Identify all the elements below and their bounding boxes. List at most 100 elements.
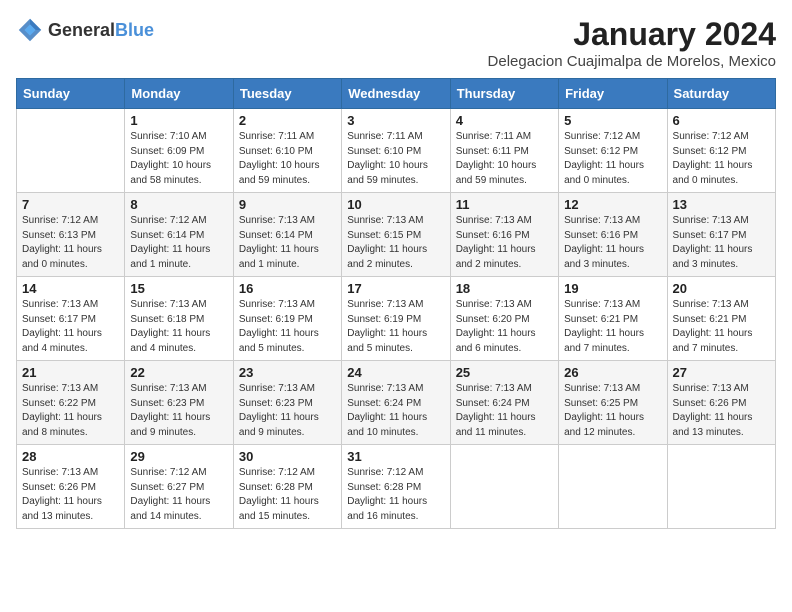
day-cell <box>17 109 125 193</box>
day-cell: 14 Sunrise: 7:13 AM Sunset: 6:17 PM Dayli… <box>17 277 125 361</box>
day-number: 31 <box>347 449 444 464</box>
day-cell: 25Sunrise: 7:13 AM Sunset: 6:24 PM Dayli… <box>450 361 558 445</box>
day-number: 30 <box>239 449 336 464</box>
day-info: Sunrise: 7:13 AM Sunset: 6:22 PM Dayligh… <box>22 382 119 440</box>
day-info: Sunrise: 7:12 AM Sunset: 6:14 PM Dayligh… <box>130 214 227 272</box>
day-number: 20 <box>673 281 770 296</box>
day-info: Sunrise: 7:10 AM Sunset: 6:09 PM Dayligh… <box>130 130 227 188</box>
day-number: 26 <box>564 365 661 380</box>
day-cell: 20Sunrise: 7:13 AM Sunset: 6:21 PM Dayli… <box>667 277 775 361</box>
day-info: Sunrise: 7:13 AM Sunset: 6:24 PM Dayligh… <box>347 382 444 440</box>
day-info: Sunrise: 7:13 AM Sunset: 6:18 PM Dayligh… <box>130 298 227 356</box>
day-number: 2 <box>239 113 336 128</box>
day-cell: 28 Sunrise: 7:13 AM Sunset: 6:26 PM Dayli… <box>17 445 125 529</box>
day-cell: 21 Sunrise: 7:13 AM Sunset: 6:22 PM Dayli… <box>17 361 125 445</box>
day-number: 23 <box>239 365 336 380</box>
day-info: Sunrise: 7:12 AM Sunset: 6:13 PM Dayligh… <box>22 214 119 272</box>
day-info: Sunrise: 7:13 AM Sunset: 6:26 PM Dayligh… <box>673 382 770 440</box>
logo-text: GeneralBlue <box>48 20 154 41</box>
day-number: 25 <box>456 365 553 380</box>
day-cell: 26 Sunrise: 7:13 AM Sunset: 6:25 PM Dayli… <box>559 361 667 445</box>
day-cell: 23 Sunrise: 7:13 AM Sunset: 6:23 PM Dayli… <box>233 361 341 445</box>
day-cell: 16 Sunrise: 7:13 AM Sunset: 6:19 PM Dayli… <box>233 277 341 361</box>
day-number: 22 <box>130 365 227 380</box>
title-area: January 2024 Delegacion Cuajimalpa de Mo… <box>488 16 776 70</box>
day-cell: 7 Sunrise: 7:12 AM Sunset: 6:13 PM Daylig… <box>17 193 125 277</box>
day-cell: 5 Sunrise: 7:12 AM Sunset: 6:12 PM Daylig… <box>559 109 667 193</box>
day-cell: 13 Sunrise: 7:13 AM Sunset: 6:17 PM Dayli… <box>667 193 775 277</box>
day-number: 18 <box>456 281 553 296</box>
week-row-2: 7 Sunrise: 7:12 AM Sunset: 6:13 PM Daylig… <box>17 193 776 277</box>
day-cell: 1Sunrise: 7:10 AM Sunset: 6:09 PM Daylig… <box>125 109 233 193</box>
day-cell: 10Sunrise: 7:13 AM Sunset: 6:15 PM Dayli… <box>342 193 450 277</box>
col-header-monday: Monday <box>125 79 233 109</box>
day-cell: 30 Sunrise: 7:12 AM Sunset: 6:28 PM Dayli… <box>233 445 341 529</box>
day-number: 16 <box>239 281 336 296</box>
week-row-3: 14 Sunrise: 7:13 AM Sunset: 6:17 PM Dayli… <box>17 277 776 361</box>
day-number: 28 <box>22 449 119 464</box>
day-cell <box>667 445 775 529</box>
day-cell: 22 Sunrise: 7:13 AM Sunset: 6:23 PM Dayli… <box>125 361 233 445</box>
day-number: 29 <box>130 449 227 464</box>
day-number: 9 <box>239 197 336 212</box>
day-number: 8 <box>130 197 227 212</box>
col-header-friday: Friday <box>559 79 667 109</box>
day-info: Sunrise: 7:13 AM Sunset: 6:16 PM Dayligh… <box>564 214 661 272</box>
col-header-wednesday: Wednesday <box>342 79 450 109</box>
week-row-1: 1Sunrise: 7:10 AM Sunset: 6:09 PM Daylig… <box>17 109 776 193</box>
day-cell: 8 Sunrise: 7:12 AM Sunset: 6:14 PM Daylig… <box>125 193 233 277</box>
day-number: 21 <box>22 365 119 380</box>
col-header-tuesday: Tuesday <box>233 79 341 109</box>
day-info: Sunrise: 7:11 AM Sunset: 6:11 PM Dayligh… <box>456 130 553 188</box>
day-info: Sunrise: 7:12 AM Sunset: 6:12 PM Dayligh… <box>564 130 661 188</box>
day-info: Sunrise: 7:13 AM Sunset: 6:26 PM Dayligh… <box>22 466 119 524</box>
day-info: Sunrise: 7:13 AM Sunset: 6:19 PM Dayligh… <box>239 298 336 356</box>
week-row-4: 21 Sunrise: 7:13 AM Sunset: 6:22 PM Dayli… <box>17 361 776 445</box>
day-cell: 2 Sunrise: 7:11 AM Sunset: 6:10 PM Daylig… <box>233 109 341 193</box>
day-number: 19 <box>564 281 661 296</box>
header-row: SundayMondayTuesdayWednesdayThursdayFrid… <box>17 79 776 109</box>
day-info: Sunrise: 7:12 AM Sunset: 6:28 PM Dayligh… <box>239 466 336 524</box>
day-cell: 18 Sunrise: 7:13 AM Sunset: 6:20 PM Dayli… <box>450 277 558 361</box>
day-number: 15 <box>130 281 227 296</box>
day-info: Sunrise: 7:11 AM Sunset: 6:10 PM Dayligh… <box>239 130 336 188</box>
day-info: Sunrise: 7:13 AM Sunset: 6:17 PM Dayligh… <box>673 214 770 272</box>
logo-general: General <box>48 20 115 40</box>
day-info: Sunrise: 7:13 AM Sunset: 6:20 PM Dayligh… <box>456 298 553 356</box>
day-number: 12 <box>564 197 661 212</box>
day-number: 13 <box>673 197 770 212</box>
day-cell: 29 Sunrise: 7:12 AM Sunset: 6:27 PM Dayli… <box>125 445 233 529</box>
day-info: Sunrise: 7:13 AM Sunset: 6:17 PM Dayligh… <box>22 298 119 356</box>
day-info: Sunrise: 7:13 AM Sunset: 6:25 PM Dayligh… <box>564 382 661 440</box>
day-info: Sunrise: 7:13 AM Sunset: 6:23 PM Dayligh… <box>130 382 227 440</box>
day-info: Sunrise: 7:11 AM Sunset: 6:10 PM Dayligh… <box>347 130 444 188</box>
day-info: Sunrise: 7:12 AM Sunset: 6:12 PM Dayligh… <box>673 130 770 188</box>
month-year-title: January 2024 <box>488 16 776 53</box>
day-number: 14 <box>22 281 119 296</box>
day-number: 5 <box>564 113 661 128</box>
day-info: Sunrise: 7:13 AM Sunset: 6:21 PM Dayligh… <box>564 298 661 356</box>
logo: GeneralBlue <box>16 16 154 44</box>
day-cell: 19 Sunrise: 7:13 AM Sunset: 6:21 PM Dayli… <box>559 277 667 361</box>
logo-blue: Blue <box>115 20 154 40</box>
day-info: Sunrise: 7:13 AM Sunset: 6:16 PM Dayligh… <box>456 214 553 272</box>
day-number: 7 <box>22 197 119 212</box>
day-cell: 17Sunrise: 7:13 AM Sunset: 6:19 PM Dayli… <box>342 277 450 361</box>
col-header-thursday: Thursday <box>450 79 558 109</box>
day-info: Sunrise: 7:13 AM Sunset: 6:14 PM Dayligh… <box>239 214 336 272</box>
day-cell: 3Sunrise: 7:11 AM Sunset: 6:10 PM Daylig… <box>342 109 450 193</box>
day-cell: 9 Sunrise: 7:13 AM Sunset: 6:14 PM Daylig… <box>233 193 341 277</box>
week-row-5: 28 Sunrise: 7:13 AM Sunset: 6:26 PM Dayli… <box>17 445 776 529</box>
day-number: 6 <box>673 113 770 128</box>
day-cell: 4Sunrise: 7:11 AM Sunset: 6:11 PM Daylig… <box>450 109 558 193</box>
calendar-table: SundayMondayTuesdayWednesdayThursdayFrid… <box>16 78 776 529</box>
col-header-sunday: Sunday <box>17 79 125 109</box>
day-number: 11 <box>456 197 553 212</box>
day-info: Sunrise: 7:12 AM Sunset: 6:27 PM Dayligh… <box>130 466 227 524</box>
day-cell: 15 Sunrise: 7:13 AM Sunset: 6:18 PM Dayli… <box>125 277 233 361</box>
day-cell: 11 Sunrise: 7:13 AM Sunset: 6:16 PM Dayli… <box>450 193 558 277</box>
day-info: Sunrise: 7:13 AM Sunset: 6:23 PM Dayligh… <box>239 382 336 440</box>
day-info: Sunrise: 7:12 AM Sunset: 6:28 PM Dayligh… <box>347 466 444 524</box>
day-number: 17 <box>347 281 444 296</box>
location-subtitle: Delegacion Cuajimalpa de Morelos, Mexico <box>488 53 776 70</box>
